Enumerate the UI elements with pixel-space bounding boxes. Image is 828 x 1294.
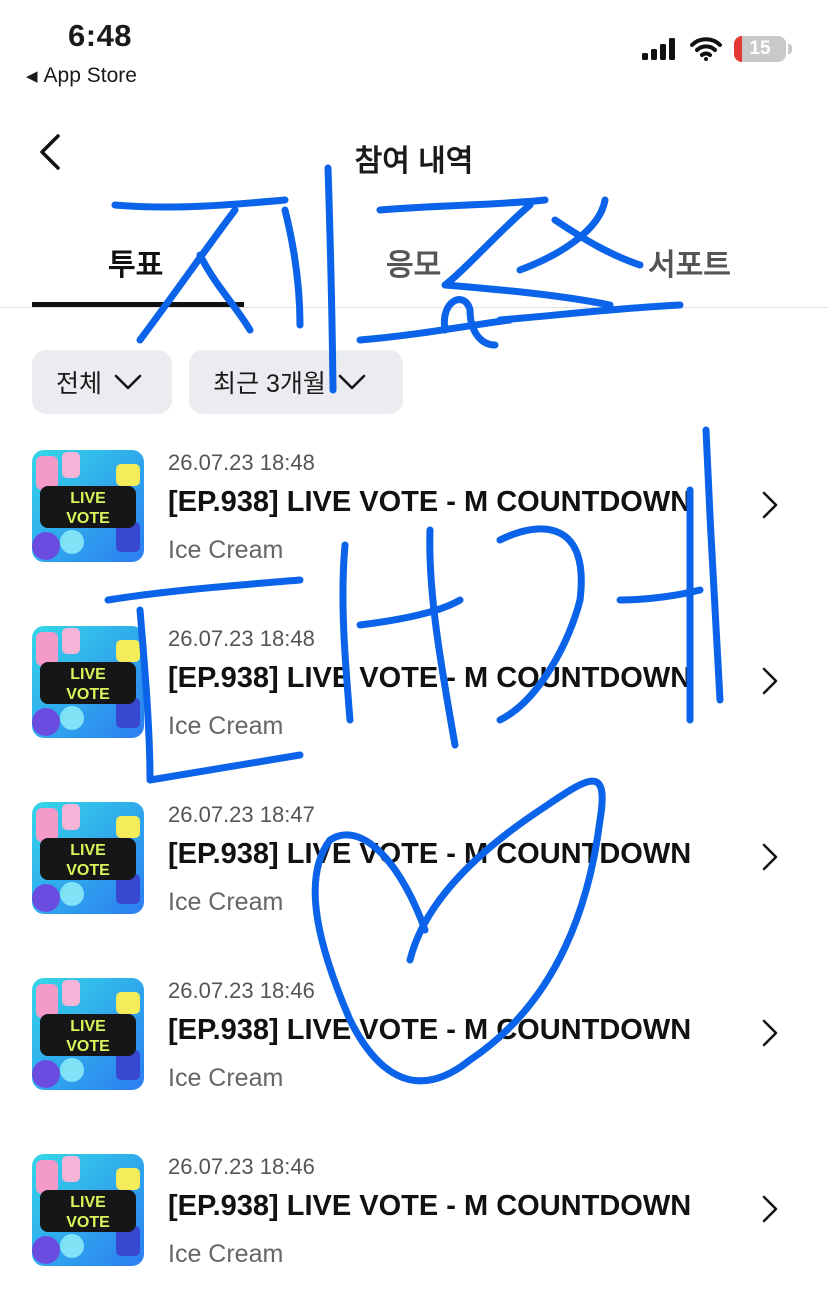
battery-cap [788, 44, 792, 54]
thumbnail-text-vote: VOTE [66, 686, 110, 703]
category-filter[interactable]: 전체 [32, 350, 172, 414]
chevron-right-icon [762, 1019, 778, 1047]
back-to-app-store[interactable]: ◀ App Store [26, 64, 137, 88]
tab-vote[interactable]: 투표 [108, 240, 163, 284]
wifi-icon [690, 37, 722, 61]
back-triangle-icon: ◀ [26, 68, 38, 85]
chevron-right-icon [762, 667, 778, 695]
item-date: 26.07.23 18:46 [168, 978, 315, 1003]
chevron-right-icon [762, 1195, 778, 1223]
thumbnail-text-vote: VOTE [66, 1214, 110, 1231]
thumbnail-text-vote: VOTE [66, 862, 110, 879]
live-vote-thumbnail: LIVE VOTE [32, 450, 144, 562]
tab-bar: 투표 응모 서포트 [0, 222, 828, 308]
list-item[interactable]: LIVE VOTE 26.07.23 18:48 [EP.938] LIVE V… [0, 620, 828, 796]
item-subtitle: Ice Cream [168, 1064, 284, 1092]
battery-level: 15 [749, 38, 771, 59]
tab-apply[interactable]: 응모 [386, 240, 441, 284]
category-filter-label: 전체 [56, 370, 103, 398]
tab-support[interactable]: 서포트 [648, 240, 731, 284]
thumbnail-text-live: LIVE [70, 490, 106, 507]
item-subtitle: Ice Cream [168, 536, 284, 564]
chevron-right-icon [762, 491, 778, 519]
thumbnail-text-vote: VOTE [66, 1038, 110, 1055]
item-title: [EP.938] LIVE VOTE - M COUNTDOWN [168, 662, 692, 694]
item-title: [EP.938] LIVE VOTE - M COUNTDOWN [168, 838, 692, 870]
period-filter-label: 최근 3개월 [213, 370, 326, 398]
vote-history-list: LIVE VOTE 26.07.23 18:48 [EP.938] LIVE V… [0, 444, 828, 1294]
period-filter[interactable]: 최근 3개월 [189, 350, 403, 414]
item-date: 26.07.23 18:46 [168, 1154, 315, 1179]
list-item[interactable]: LIVE VOTE 26.07.23 18:46 [EP.938] LIVE V… [0, 972, 828, 1148]
live-vote-thumbnail: LIVE VOTE [32, 626, 144, 738]
signal-icon [642, 38, 675, 60]
active-tab-indicator [32, 302, 244, 307]
item-title: [EP.938] LIVE VOTE - M COUNTDOWN [168, 1014, 692, 1046]
item-subtitle: Ice Cream [168, 712, 284, 740]
item-date: 26.07.23 18:47 [168, 802, 315, 827]
live-vote-thumbnail: LIVE VOTE [32, 978, 144, 1090]
thumbnail-text-vote: VOTE [66, 510, 110, 527]
chevron-down-icon [114, 374, 142, 390]
live-vote-thumbnail: LIVE VOTE [32, 802, 144, 914]
chevron-right-icon [762, 843, 778, 871]
handwriting-stroke [356, 316, 514, 344]
handwriting-stroke [111, 196, 289, 211]
list-item[interactable]: LIVE VOTE 26.07.23 18:48 [EP.938] LIVE V… [0, 444, 828, 620]
list-item[interactable]: LIVE VOTE 26.07.23 18:46 [EP.938] LIVE V… [0, 1148, 828, 1294]
back-app-label: App Store [43, 64, 137, 87]
thumbnail-text-live: LIVE [70, 1194, 106, 1211]
item-subtitle: Ice Cream [168, 888, 284, 916]
page-title: 참여 내역 [354, 145, 474, 178]
handwriting-stroke [376, 196, 549, 214]
battery-icon: 15 [734, 36, 786, 62]
thumbnail-text-live: LIVE [70, 1018, 106, 1035]
status-time: 6:48 [68, 18, 133, 53]
item-date: 26.07.23 18:48 [168, 450, 315, 475]
item-title: [EP.938] LIVE VOTE - M COUNTDOWN [168, 486, 692, 518]
item-title: [EP.938] LIVE VOTE - M COUNTDOWN [168, 1190, 692, 1222]
thumbnail-text-live: LIVE [70, 842, 106, 859]
list-item[interactable]: LIVE VOTE 26.07.23 18:47 [EP.938] LIVE V… [0, 796, 828, 972]
live-vote-thumbnail: LIVE VOTE [32, 1154, 144, 1266]
status-icons: 15 [642, 36, 792, 62]
item-subtitle: Ice Cream [168, 1240, 284, 1268]
chevron-down-icon [338, 374, 366, 390]
item-date: 26.07.23 18:48 [168, 626, 315, 651]
thumbnail-text-live: LIVE [70, 666, 106, 683]
